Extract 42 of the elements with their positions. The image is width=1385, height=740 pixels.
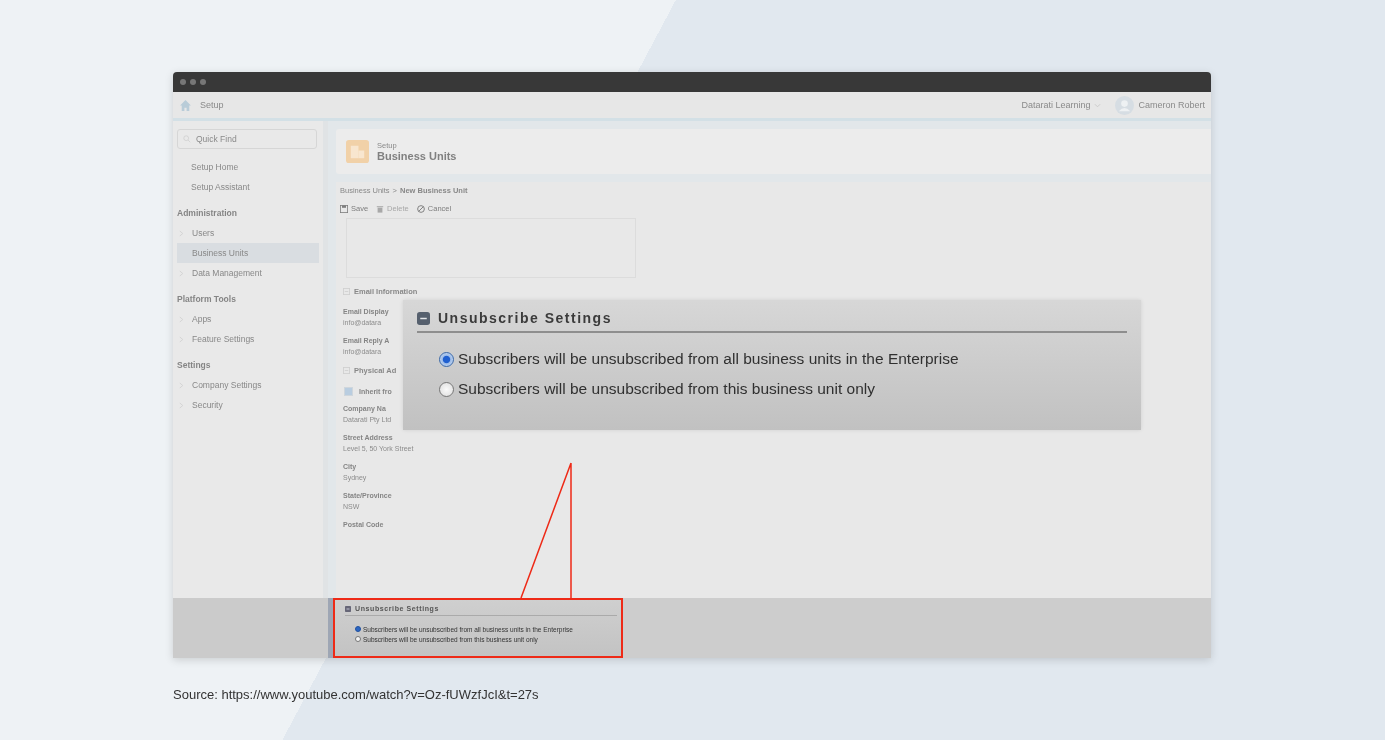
page-title: Business Units <box>377 150 457 162</box>
home-icon[interactable] <box>179 98 192 112</box>
building-icon <box>346 140 369 163</box>
radio-label: Subscribers will be unsubscribed from this business unit only <box>458 380 875 398</box>
sidebar-heading: Administration <box>177 207 238 220</box>
window-dot-icon[interactable] <box>190 79 196 85</box>
sidebar-item[interactable]: Apps <box>177 309 319 329</box>
sidebar-item[interactable]: Feature Settings <box>177 329 319 349</box>
window-dot-icon[interactable] <box>180 79 186 85</box>
sidebar-item[interactable]: Business Units <box>177 243 319 263</box>
radio-button[interactable] <box>355 636 361 642</box>
sidebar-item[interactable]: Company Settings <box>177 375 319 395</box>
search-field[interactable]: Quick Find <box>177 129 317 149</box>
radio-label: Subscribers will be unsubscribed from all business units in the Enterprise <box>458 350 959 368</box>
sidebar-heading: Platform Tools <box>177 293 237 306</box>
sidebar-item-label: Users <box>192 228 215 238</box>
source-caption: Source: https://www.youtube.com/watch?v=Oz-fUWzfJcI&t=27s <box>173 687 540 702</box>
sidebar-item[interactable]: Setup Home <box>177 157 319 177</box>
sidebar-item[interactable]: Users <box>177 223 319 243</box>
collapse-icon[interactable] <box>345 605 351 612</box>
sidebar-item[interactable]: Setup Assistant <box>177 177 319 197</box>
sidebar-item-label: Feature Settings <box>192 334 255 344</box>
sidebar-item[interactable]: Security <box>177 395 319 415</box>
section-title: Unsubscribe Settings <box>438 310 612 326</box>
trash-icon <box>376 204 385 213</box>
sidebar-item-label: Security <box>192 400 223 410</box>
user-name[interactable]: Cameron Robert <box>1138 100 1205 110</box>
sidebar-item[interactable]: Data Management <box>177 263 319 283</box>
radio-button[interactable] <box>355 626 361 632</box>
app-title: Setup <box>200 100 224 110</box>
window-dot-icon[interactable] <box>200 79 206 85</box>
collapse-icon[interactable] <box>417 311 430 325</box>
org-menu[interactable]: Datarati Learning <box>1021 100 1091 110</box>
sidebar-item-label: Business Units <box>192 248 249 258</box>
cancel-icon <box>416 204 425 213</box>
checkbox[interactable] <box>344 387 353 396</box>
radio-button[interactable] <box>439 351 454 367</box>
sidebar-item-label: Company Settings <box>192 380 262 390</box>
sidebar-item-label: Data Management <box>192 268 262 278</box>
radio-button[interactable] <box>439 381 454 397</box>
sidebar-item-label: Apps <box>192 314 212 324</box>
sidebar-heading: Settings <box>177 359 212 372</box>
